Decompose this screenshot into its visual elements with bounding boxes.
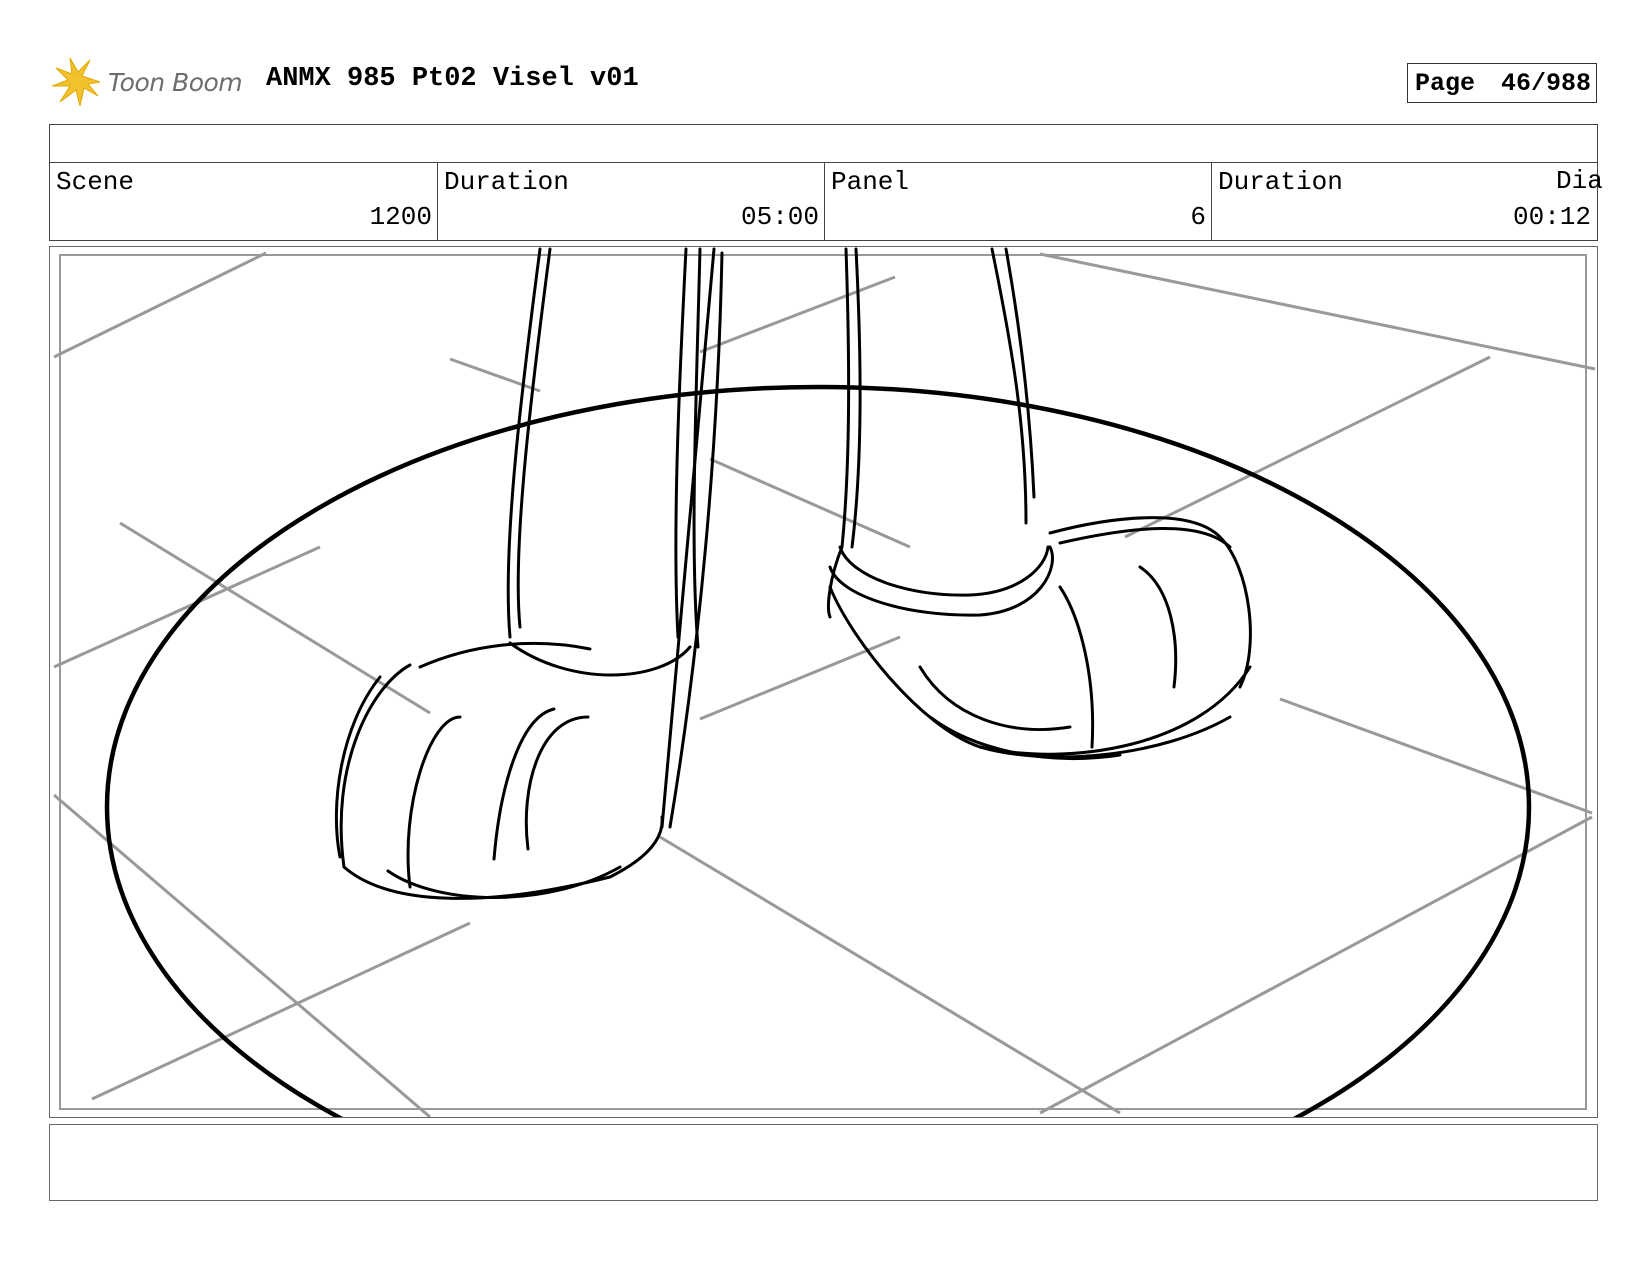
panel-value: 6	[1190, 202, 1206, 232]
scene-duration-cell: Duration 05:00	[438, 163, 825, 240]
scene-label: Scene	[56, 167, 135, 197]
page-label: Page	[1415, 68, 1476, 98]
left-foot	[334, 247, 724, 900]
project-title: ANMX 985 Pt02 Visel v01	[266, 64, 639, 94]
toon-boom-logo: Toon Boom	[52, 56, 243, 108]
panel-cell: Panel 6	[825, 163, 1212, 240]
storyboard-panel	[49, 246, 1598, 1118]
page-number: 46/988	[1500, 68, 1591, 98]
panel-label: Panel	[831, 167, 910, 197]
panel-duration-label: Duration	[1218, 167, 1343, 197]
panel-sketch	[53, 247, 1596, 1117]
logo-text: Toon Boom	[108, 67, 243, 97]
header-strip	[49, 124, 1598, 163]
panel-duration-value: 00:12	[1512, 202, 1591, 232]
page-indicator: Page 46/988	[1407, 63, 1597, 103]
scene-value: 1200	[369, 202, 432, 232]
dialogue-label-partial: Dia	[1556, 166, 1603, 196]
right-foot	[827, 247, 1252, 761]
panel-duration-cell: Duration 00:12	[1212, 163, 1596, 240]
platform-ellipse	[104, 384, 1532, 1117]
safe-area-guide	[59, 254, 1587, 1110]
scene-duration-value: 05:00	[740, 202, 819, 232]
scene-cell: Scene 1200	[50, 163, 438, 240]
scene-duration-label: Duration	[444, 167, 569, 197]
info-row: Scene 1200 Duration 05:00 Panel 6 Durati…	[49, 162, 1598, 241]
starburst-icon	[52, 57, 101, 107]
dialogue-box	[49, 1124, 1598, 1201]
floor-grid	[53, 251, 1596, 1117]
